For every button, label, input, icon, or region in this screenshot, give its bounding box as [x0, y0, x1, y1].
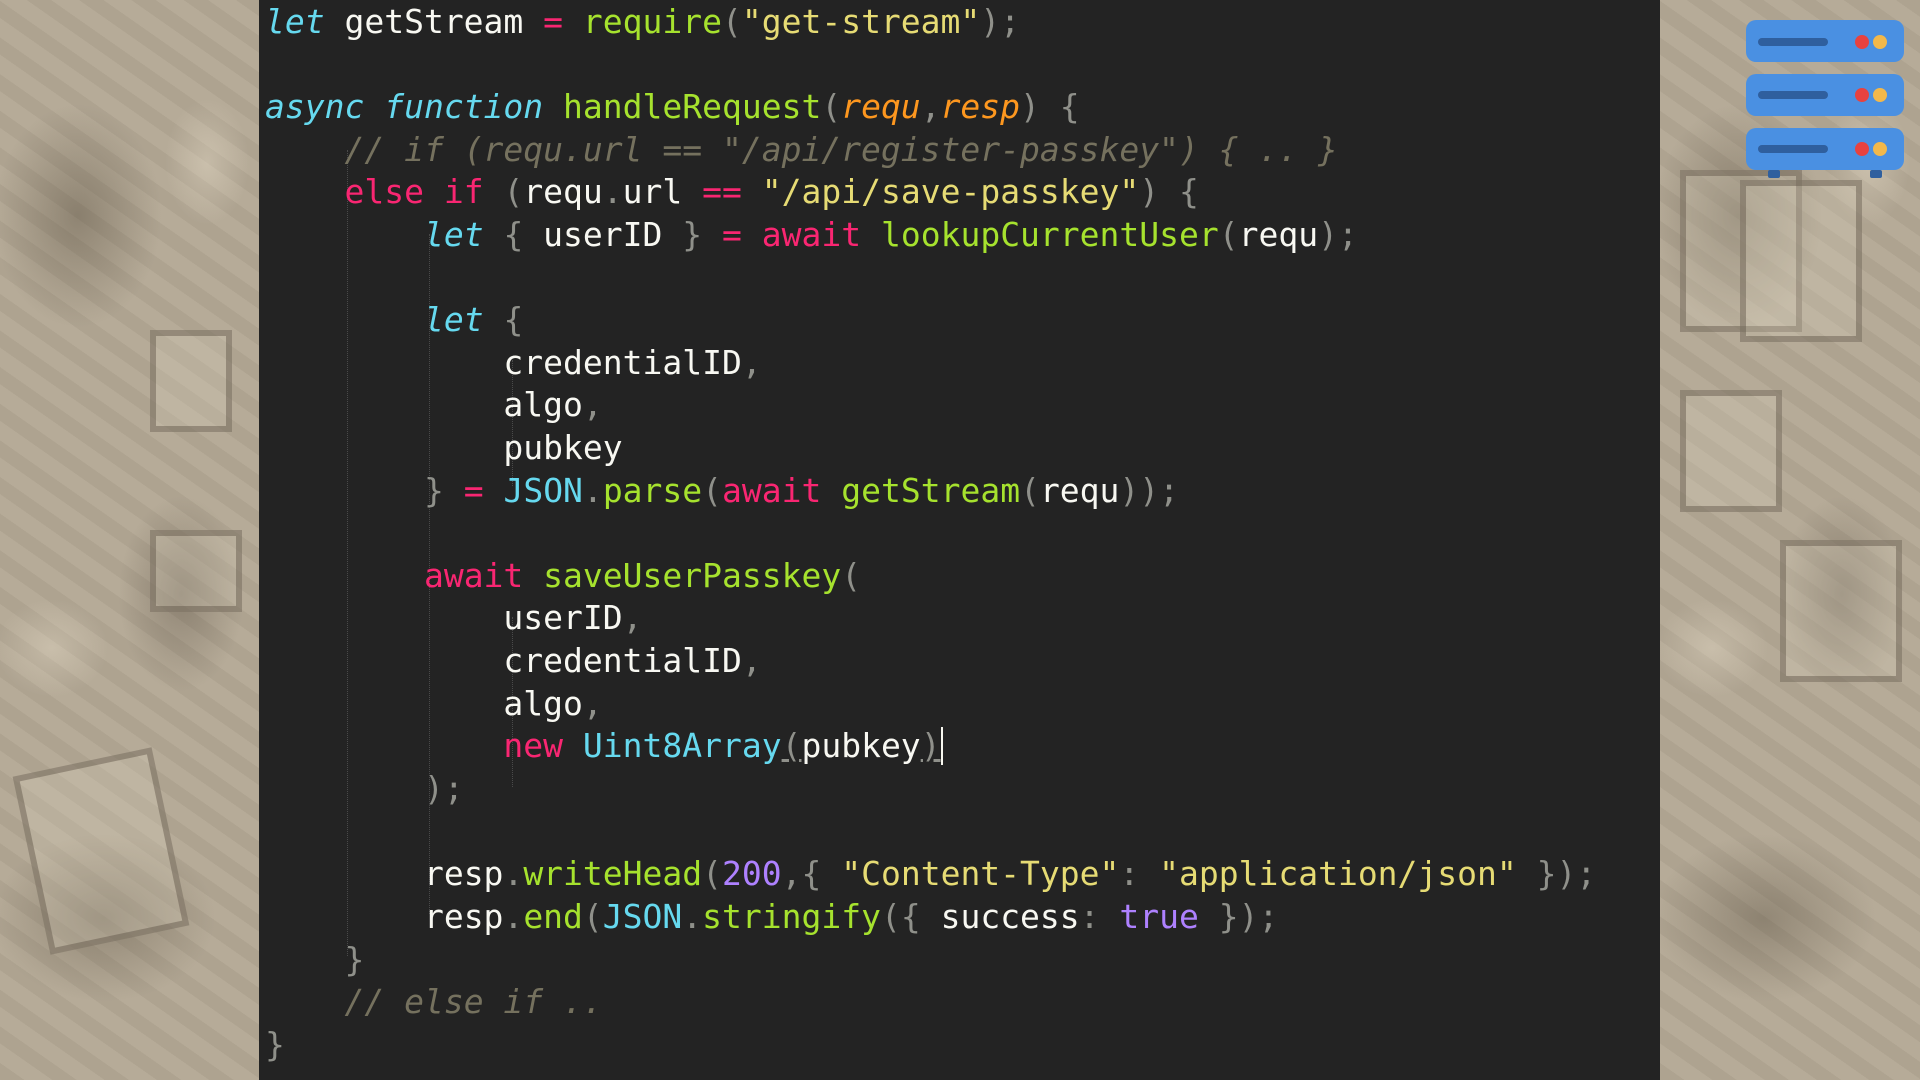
photo-frame: [12, 747, 190, 955]
code-line-8: let {: [423, 300, 524, 339]
code-line-12: } = JSON.parse(await getStream(requ));: [423, 471, 1180, 510]
code-line-21: resp.writeHead(200,{ "Content-Type": "ap…: [423, 854, 1597, 893]
photo-frame: [150, 530, 242, 612]
code-line-6: let { userID } = await lookupCurrentUser…: [423, 215, 1358, 254]
clock-frame: [1780, 540, 1902, 682]
server-rack-icon: [1746, 20, 1904, 178]
indent-guide: [347, 150, 348, 956]
portrait-frame: [1740, 180, 1862, 342]
background-collage-left: [0, 0, 259, 1080]
server-unit: [1746, 74, 1904, 116]
code-line-18: new Uint8Array(pubkey): [503, 726, 943, 765]
code-line-11: pubkey: [503, 428, 623, 467]
photo-frame: [150, 330, 232, 432]
code-line-22: resp.end(JSON.stringify({ success: true …: [423, 897, 1279, 936]
text-cursor: [940, 727, 943, 765]
code-line-23: }: [344, 940, 365, 979]
code-line-9: credentialID,: [503, 343, 762, 382]
code-line-5: else if (requ.url == "/api/save-passkey"…: [344, 172, 1199, 211]
code-line-14: await saveUserPasskey(: [423, 556, 862, 595]
code-line-24: // else if ..: [344, 982, 603, 1021]
photo-frame: [1680, 390, 1782, 512]
code-line-17: algo,: [503, 684, 603, 723]
code-editor[interactable]: let getStream = require("get-stream"); a…: [259, 0, 1660, 1080]
code-line-19: );: [423, 769, 464, 808]
server-unit: [1746, 128, 1904, 170]
code-line-16: credentialID,: [503, 641, 762, 680]
code-line-3: async function handleRequest(requ,resp) …: [265, 87, 1080, 126]
server-unit: [1746, 20, 1904, 62]
code-line-4: // if (requ.url == "/api/register-passke…: [344, 130, 1338, 169]
code-line-1: let getStream = require("get-stream");: [265, 2, 1021, 41]
code-line-25: }: [265, 1025, 285, 1064]
code-line-10: algo,: [503, 385, 603, 424]
code-line-15: userID,: [503, 598, 643, 637]
